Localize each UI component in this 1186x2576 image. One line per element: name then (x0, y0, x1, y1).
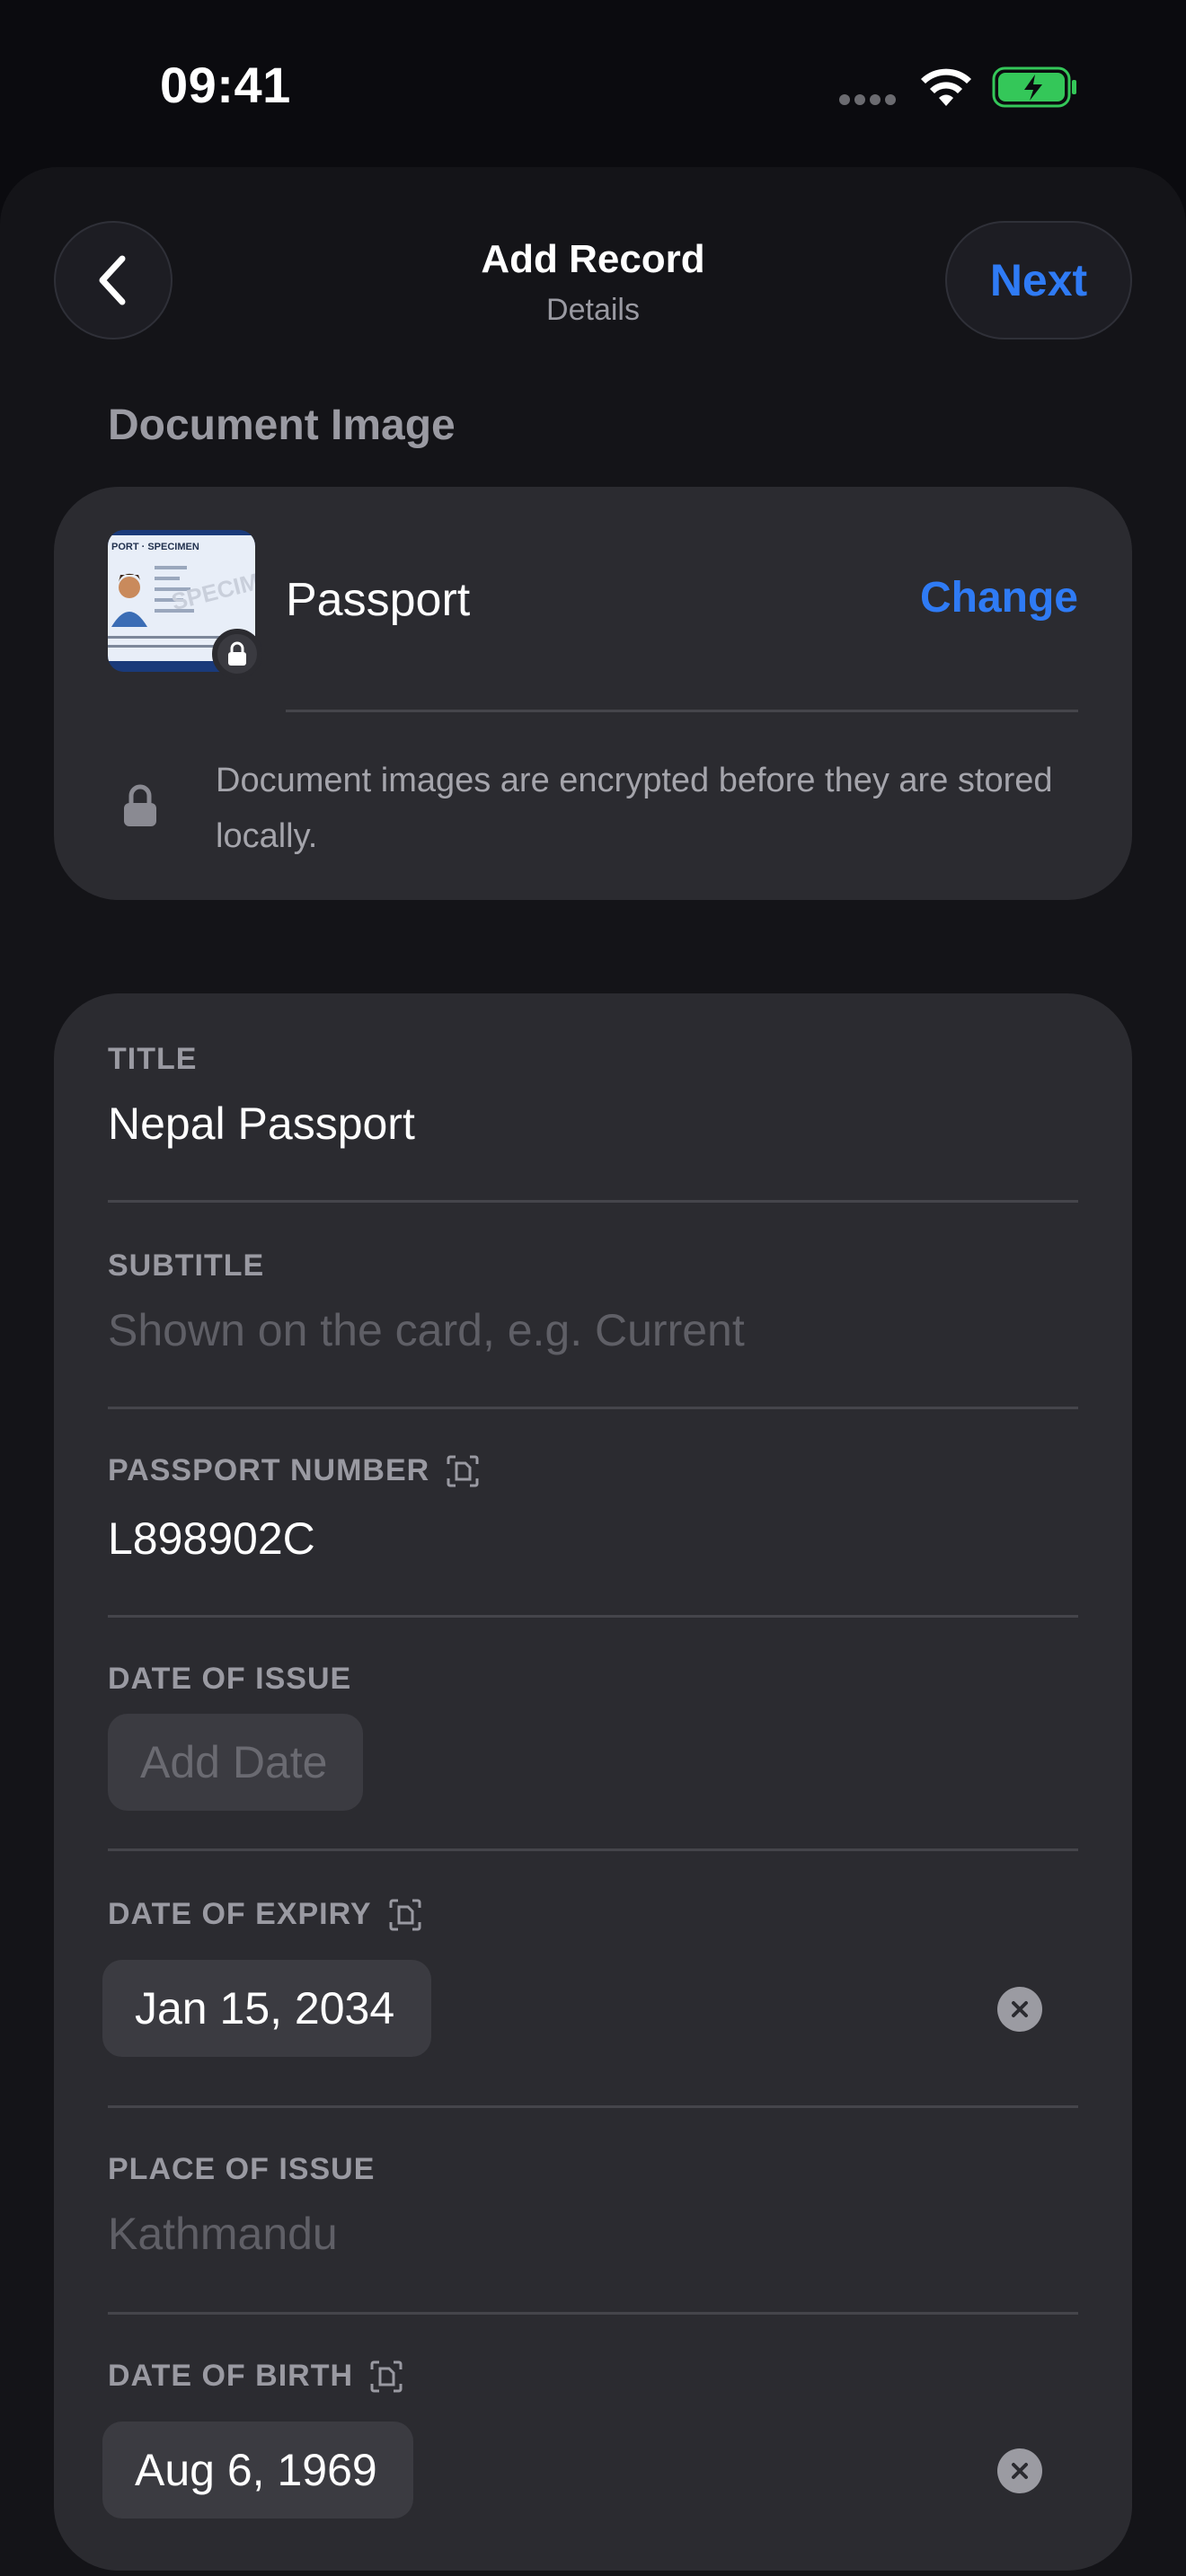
scan-icon[interactable] (369, 2360, 403, 2394)
screen: 09:41 Add Record Details Next Document I… (0, 0, 1186, 2576)
date-of-issue-add-date-button[interactable]: Add Date (108, 1714, 363, 1811)
scan-icon[interactable] (446, 1454, 480, 1488)
date-of-expiry-label: DATE OF EXPIRY (108, 1897, 422, 1932)
date-of-birth-field: DATE OF BIRTH (108, 2359, 1078, 2413)
battery-icon (992, 66, 1076, 108)
date-of-expiry-picker[interactable]: Jan 15, 2034 (102, 1960, 431, 2057)
clear-date-of-expiry-button[interactable] (997, 1987, 1042, 2032)
cellular-icon (839, 93, 900, 105)
clear-icon (1012, 2463, 1028, 2479)
place-of-issue-label: PLACE OF ISSUE (108, 2152, 376, 2186)
date-of-expiry-label-text: DATE OF EXPIRY (108, 1897, 372, 1931)
subtitle-input[interactable]: Shown on the card, e.g. Current (108, 1304, 745, 1356)
divider (108, 1200, 1078, 1203)
divider (108, 1407, 1078, 1409)
title-value[interactable]: Nepal Passport (108, 1098, 415, 1150)
passport-number-label: PASSPORT NUMBER (108, 1453, 480, 1488)
wifi-icon (921, 68, 971, 106)
title-label: TITLE (108, 1042, 198, 1076)
date-of-birth-label: DATE OF BIRTH (108, 2359, 403, 2394)
place-of-issue-input[interactable]: Kathmandu (108, 2208, 338, 2260)
divider (108, 2105, 1078, 2108)
passport-number-field[interactable]: PASSPORT NUMBER L898902C (108, 1453, 1078, 1597)
details-form-card: TITLE Nepal Passport SUBTITLE Shown on t… (54, 993, 1132, 2571)
next-button[interactable]: Next (945, 221, 1132, 340)
document-image-card: PORT · SPECIMEN SPECIMEN Passport Change (54, 487, 1132, 900)
passport-number-value[interactable]: L898902C (108, 1513, 315, 1565)
subtitle-label: SUBTITLE (108, 1248, 265, 1283)
encryption-note: Document images are encrypted before the… (216, 762, 1053, 855)
thumbnail-lock-icon (212, 629, 262, 679)
section-header-document-image: Document Image (108, 401, 456, 449)
divider (108, 2312, 1078, 2315)
title-field[interactable]: TITLE Nepal Passport (108, 1042, 1078, 1177)
date-of-birth-label-text: DATE OF BIRTH (108, 2359, 354, 2393)
date-of-birth-picker[interactable]: Aug 6, 1969 (102, 2422, 413, 2519)
lock-icon (124, 784, 156, 826)
passport-number-label-text: PASSPORT NUMBER (108, 1453, 430, 1487)
clear-date-of-birth-button[interactable] (997, 2448, 1042, 2493)
change-document-button[interactable]: Change (920, 573, 1078, 622)
thumbnail-text: PORT · SPECIMEN (111, 542, 199, 552)
date-of-expiry-field: DATE OF EXPIRY (108, 1897, 1078, 1951)
place-of-issue-field[interactable]: PLACE OF ISSUE Kathmandu (108, 2152, 1078, 2296)
divider (108, 1615, 1078, 1618)
subtitle-field[interactable]: SUBTITLE Shown on the card, e.g. Current (108, 1248, 1078, 1383)
clear-icon (1012, 2001, 1028, 2017)
scan-icon[interactable] (388, 1898, 422, 1932)
date-of-issue-label: DATE OF ISSUE (108, 1662, 352, 1696)
divider (108, 1848, 1078, 1851)
divider (286, 710, 1078, 712)
status-time: 09:41 (160, 57, 291, 113)
document-type-name: Passport (286, 574, 471, 626)
